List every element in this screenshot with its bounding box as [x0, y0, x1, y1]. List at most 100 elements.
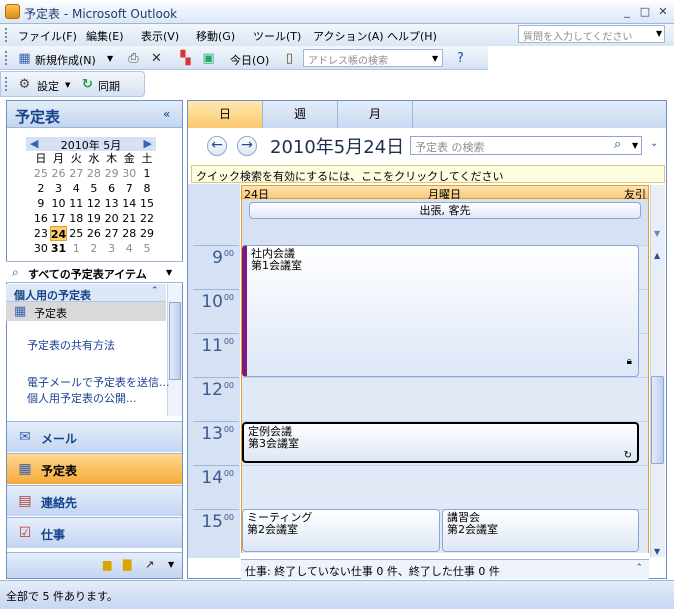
calendar-day[interactable]: 26	[50, 166, 68, 181]
calendar-search-input[interactable]: 予定表 の検索	[410, 136, 642, 155]
calendar-day[interactable]: 23	[32, 226, 50, 241]
tab-week[interactable]: 週	[263, 101, 338, 128]
task-summary-bar[interactable]: 仕事: 終了していない仕事 0 件、終了した仕事 0 件 ⌃	[241, 559, 649, 579]
menu-go[interactable]: 移動(G)	[196, 28, 235, 44]
send-receive-icon[interactable]: ▣	[201, 51, 216, 66]
calendar-day[interactable]: 12	[85, 196, 103, 211]
calendar-day[interactable]: 6	[103, 181, 121, 196]
chevron-down-icon[interactable]: ▼	[168, 560, 174, 569]
calendar-day[interactable]: 25	[67, 226, 85, 241]
personal-calendars-header[interactable]: 個人用の予定表 ⌃	[6, 284, 166, 302]
nav-scrollbar[interactable]	[167, 284, 182, 416]
publish-calendar-link[interactable]: 個人用予定表の公開...	[27, 390, 137, 406]
print-icon[interactable]: ⎙	[126, 51, 141, 66]
share-calendar-link[interactable]: 予定表の共有方法	[27, 337, 115, 353]
calendar-day[interactable]: 24	[49, 226, 68, 241]
calendar-day[interactable]: 21	[120, 211, 138, 226]
chevron-down-icon[interactable]: ▼	[432, 54, 438, 63]
help-search-input[interactable]: 質問を入力してください	[518, 25, 665, 43]
nav-button-calendar[interactable]: ▦ 予定表	[7, 453, 182, 484]
next-month-icon[interactable]: ▶	[144, 137, 152, 150]
calendar-day[interactable]: 27	[67, 166, 85, 181]
calendar-day[interactable]: 7	[120, 181, 138, 196]
calendar-day[interactable]: 19	[85, 211, 103, 226]
calendar-day[interactable]: 26	[85, 226, 103, 241]
folder-icon[interactable]: ▇	[123, 558, 131, 571]
calendar-day[interactable]: 18	[67, 211, 85, 226]
calendar-scrollbar[interactable]: ▼ ▲ ▼	[650, 185, 665, 557]
all-day-event[interactable]: 出張, 客先	[249, 202, 641, 219]
shortcut-icon[interactable]: ↗	[145, 558, 154, 571]
maximize-button[interactable]: □	[636, 4, 654, 20]
instant-search-infobar[interactable]: クイック検索を有効にするには、ここをクリックしてください	[191, 165, 665, 183]
grip-icon[interactable]	[5, 28, 8, 42]
calendar-day[interactable]: 5	[85, 181, 103, 196]
all-calendar-items-dropdown[interactable]: ⌕ すべての予定表アイテム ▼	[6, 261, 183, 283]
collapse-section-icon[interactable]: ⌃	[151, 286, 159, 296]
today-button[interactable]: 今日(O)	[230, 52, 269, 68]
calendar-day[interactable]: 9	[32, 196, 50, 211]
calendar-day[interactable]: 3	[103, 241, 121, 256]
calendar-scroll-thumb[interactable]	[651, 376, 664, 464]
menu-tools[interactable]: ツール(T)	[253, 28, 301, 44]
sync-button[interactable]: 同期	[98, 78, 120, 94]
calendar-day[interactable]: 13	[103, 196, 121, 211]
grip-icon[interactable]	[5, 77, 8, 91]
nav-button-tasks[interactable]: ☑ 仕事	[7, 517, 182, 548]
all-day-area[interactable]: 出張, 客先	[241, 199, 649, 245]
sync-icon[interactable]: ↻	[80, 77, 95, 92]
scroll-up-arrow[interactable]: ▲	[654, 251, 660, 260]
email-calendar-link[interactable]: 電子メールで予定表を送信...	[27, 374, 170, 390]
expand-task-icon[interactable]: ⌃	[635, 563, 643, 573]
close-button[interactable]: ✕	[654, 4, 672, 20]
calendar-day[interactable]: 17	[50, 211, 68, 226]
menu-edit[interactable]: 編集(E)	[86, 28, 124, 44]
calendar-day[interactable]: 31	[50, 241, 68, 256]
menu-help[interactable]: ヘルプ(H)	[387, 28, 437, 44]
calendar-day[interactable]: 1	[67, 241, 85, 256]
calendar-day[interactable]: 15	[138, 196, 156, 211]
prev-month-icon[interactable]: ◀	[30, 137, 38, 150]
nav-scroll-thumb[interactable]	[169, 302, 181, 380]
calendar-day[interactable]: 16	[32, 211, 50, 226]
collapse-pane-icon[interactable]: «	[163, 107, 170, 121]
appointment-item[interactable]: 定例会議 第3会議室 ↻	[242, 422, 639, 463]
settings-button[interactable]: 設定	[37, 78, 59, 94]
calendar-day[interactable]: 20	[103, 211, 121, 226]
help-icon[interactable]: ?	[453, 51, 468, 66]
appointment-item[interactable]: ミーティング 第2会議室	[242, 509, 440, 552]
chevron-down-icon[interactable]: ▼	[65, 81, 70, 89]
calendar-day[interactable]: 29	[138, 226, 156, 241]
menu-file[interactable]: ファイル(F)	[18, 28, 77, 44]
chevron-down-icon[interactable]: ▼	[632, 141, 638, 150]
chevron-down-icon[interactable]: ▼	[107, 54, 113, 63]
calendar-day[interactable]: 3	[50, 181, 68, 196]
back-arrow-icon[interactable]: ←	[207, 136, 227, 156]
menu-view[interactable]: 表示(V)	[141, 28, 179, 44]
minimize-button[interactable]: _	[618, 4, 636, 20]
calendar-new-icon[interactable]: ▦	[17, 51, 32, 66]
nav-button-contacts[interactable]: ▤ 連絡先	[7, 485, 182, 516]
calendar-day[interactable]: 8	[138, 181, 156, 196]
calendar-day[interactable]: 1	[138, 166, 156, 181]
calendar-day[interactable]: 29	[103, 166, 121, 181]
address-book-icon[interactable]: ▯	[282, 51, 297, 66]
calendar-day[interactable]: 30	[120, 166, 138, 181]
calendar-day[interactable]: 2	[32, 181, 50, 196]
calendar-day[interactable]: 25	[32, 166, 50, 181]
calendar-day[interactable]: 2	[85, 241, 103, 256]
delete-icon[interactable]: ✕	[149, 51, 164, 66]
calendar-day[interactable]: 22	[138, 211, 156, 226]
calendar-day[interactable]: 30	[32, 241, 50, 256]
appointment-item[interactable]: 社内会議 第1会議室 🔒︎	[242, 245, 639, 377]
calendar-day[interactable]: 4	[67, 181, 85, 196]
nav-button-mail[interactable]: ✉ メール	[7, 421, 182, 452]
calendar-day[interactable]: 14	[120, 196, 138, 211]
expand-query-icon[interactable]: ⌄	[650, 138, 658, 149]
chevron-down-icon[interactable]: ▼	[656, 29, 662, 38]
calendar-item[interactable]: ▦ 予定表	[6, 302, 166, 321]
tab-month[interactable]: 月	[338, 101, 413, 128]
calendar-day[interactable]: 5	[138, 241, 156, 256]
categorize-icon[interactable]: ▚	[178, 51, 193, 66]
calendar-day[interactable]: 11	[67, 196, 85, 211]
